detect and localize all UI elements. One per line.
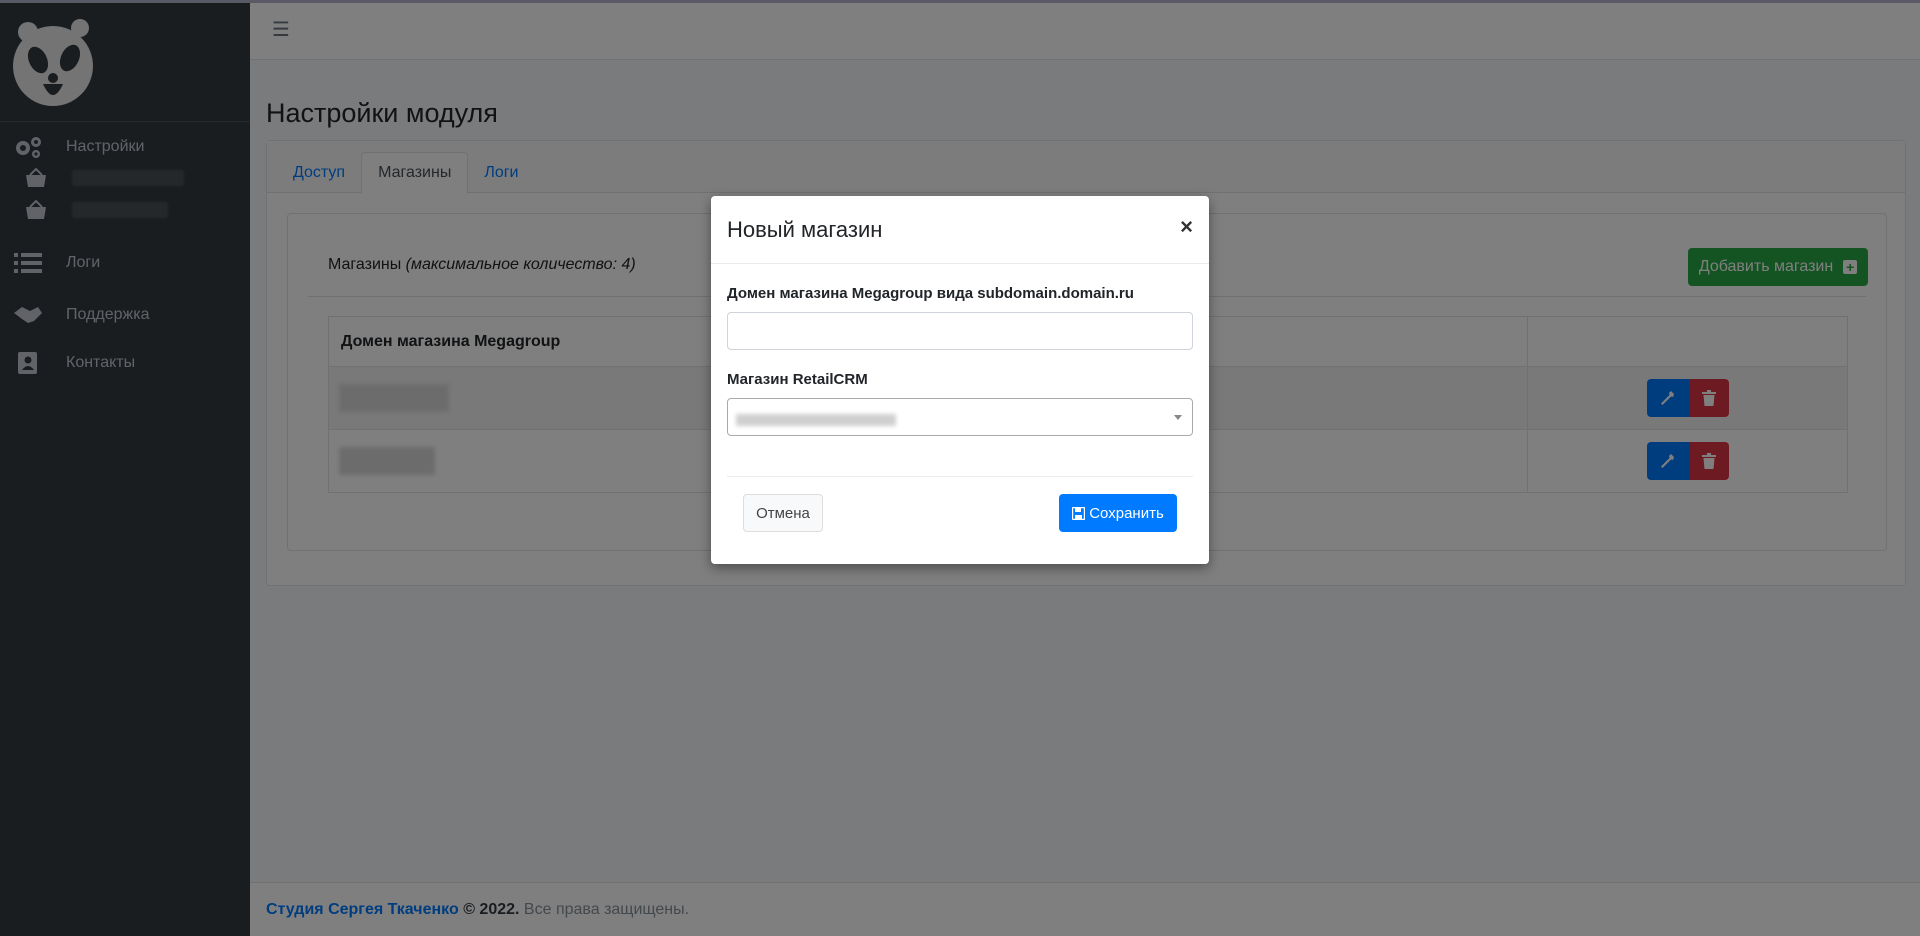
redacted-selected-value (736, 414, 896, 426)
modal-title: Новый магазин (727, 217, 883, 242)
retailcrm-label: Магазин RetailCRM (727, 371, 868, 388)
cancel-button[interactable]: Отмена (743, 494, 823, 532)
modal-header: Новый магазин × (711, 196, 1209, 264)
floppy-disk-icon (1072, 506, 1086, 520)
chevron-down-icon (1174, 415, 1182, 420)
save-button[interactable]: Сохранить (1059, 494, 1177, 532)
domain-label: Домен магазина Megagroup вида subdomain.… (727, 285, 1134, 302)
modal-divider (727, 476, 1193, 477)
domain-input[interactable] (727, 312, 1193, 350)
retailcrm-store-select[interactable] (727, 398, 1193, 436)
top-border (0, 0, 1920, 3)
close-icon[interactable]: × (1180, 214, 1193, 240)
new-store-modal: Новый магазин × Домен магазина Megagroup… (711, 196, 1209, 564)
save-label: Сохранить (1089, 504, 1164, 522)
